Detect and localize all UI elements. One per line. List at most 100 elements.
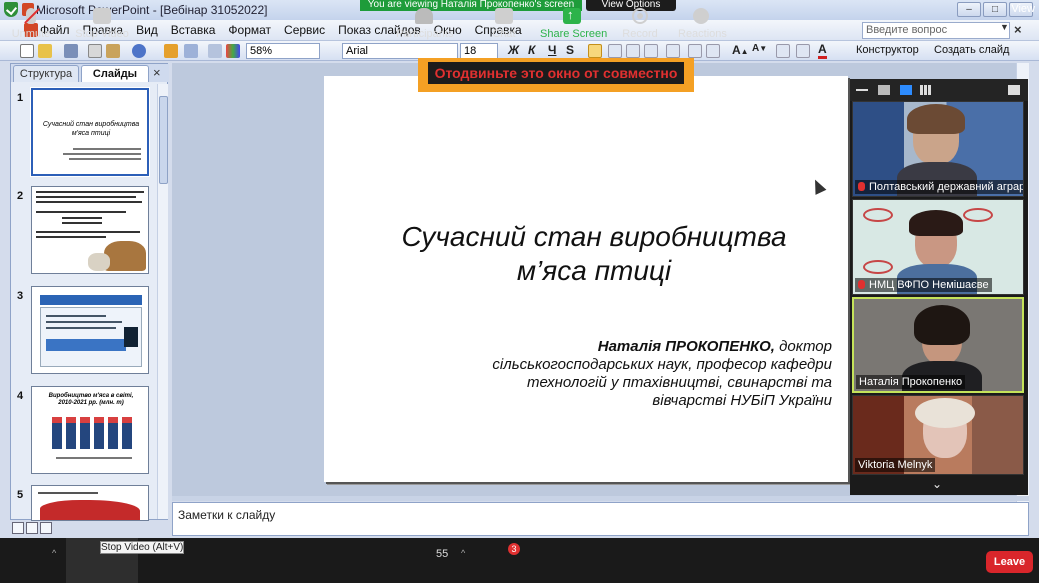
zoom-select[interactable]: 58%	[246, 43, 320, 59]
increase-indent-icon[interactable]	[796, 44, 810, 58]
share-notice-text: Отодвиньте это окно от совместно	[428, 62, 684, 84]
menu-item[interactable]: Сервис	[284, 23, 325, 37]
notes-splitter[interactable]	[172, 496, 1029, 501]
chevron-down-icon[interactable]: ▼	[1000, 22, 1009, 32]
video-panel-header	[850, 79, 1028, 101]
increase-font-icon[interactable]: A▲	[732, 43, 749, 57]
chevron-up-icon[interactable]: ^	[52, 548, 56, 558]
view-label[interactable]: View	[1011, 3, 1035, 15]
chat-label: Chat	[492, 28, 516, 40]
slide-sorter-icon[interactable]	[26, 522, 38, 534]
shadow-button[interactable]: S	[566, 43, 574, 57]
bold-button[interactable]: Ж	[508, 43, 519, 57]
thumb-number: 1	[17, 92, 24, 104]
justify-icon[interactable]	[644, 44, 658, 58]
copy-icon[interactable]	[88, 44, 102, 58]
reactions-button[interactable]: Reactions	[678, 0, 727, 45]
video-tile-active-speaker[interactable]: Наталія Прокопенко	[852, 297, 1024, 393]
participants-count: 55	[436, 548, 449, 560]
align-left-icon[interactable]	[588, 44, 602, 58]
normal-view-icon[interactable]	[12, 522, 24, 534]
notes-placeholder: Заметки к слайду	[178, 508, 276, 522]
tab-outline[interactable]: Структура	[13, 65, 79, 82]
slide-thumbnail-3[interactable]	[31, 286, 149, 374]
chat-button[interactable]: Chat	[484, 0, 524, 45]
pane-tabs: Структура Слайды ×	[11, 64, 169, 82]
thumb-title: Виробництво м'яса в світі, 2010-2021 рр.…	[48, 393, 134, 406]
slide-thumbnail-2[interactable]	[31, 186, 149, 274]
unmute-button[interactable]: Unmute	[8, 0, 54, 45]
record-label: Record	[622, 28, 658, 40]
chevron-down-icon[interactable]: ⌄	[932, 477, 942, 491]
chevron-up-icon[interactable]: ^	[461, 548, 465, 558]
slide-thumbnail-1[interactable]: Сучасний стан виробництва м'яса птиці	[30, 87, 150, 177]
italic-button[interactable]: К	[528, 43, 535, 57]
share-screen-button[interactable]: Share Screen	[540, 0, 608, 45]
insert-chart-icon[interactable]	[164, 44, 178, 58]
new-slide-button[interactable]: Создать слайд	[934, 44, 1009, 56]
participants-button[interactable]: Participants	[396, 0, 453, 45]
undo-icon[interactable]	[132, 44, 146, 58]
slideshow-icon[interactable]	[40, 522, 52, 534]
align-right-icon[interactable]	[626, 44, 640, 58]
scrollbar-thumb[interactable]	[159, 96, 168, 184]
font-color-icon[interactable]: A	[818, 43, 827, 59]
font-size-select[interactable]: 18	[460, 43, 498, 59]
share-screen-label: Share Screen	[540, 28, 608, 40]
gallery-view-icon[interactable]	[920, 85, 932, 95]
record-icon	[632, 8, 648, 24]
minimize-icon[interactable]	[856, 89, 868, 91]
underline-button[interactable]: Ч	[548, 43, 556, 57]
menu-item[interactable]: Вид	[136, 23, 158, 37]
slide-author-text[interactable]: Наталія ПРОКОПЕНКО, доктор сільськогоспо…	[472, 338, 832, 410]
align-center-icon[interactable]	[608, 44, 622, 58]
help-search-input[interactable]: Введите вопрос	[862, 22, 1010, 39]
video-panel: Полтавський державний аграр... НМЦ ВФПО …	[850, 79, 1028, 495]
slide-thumbnail-5[interactable]	[31, 485, 149, 521]
strip-view-icon[interactable]	[900, 85, 912, 95]
mic-muted-icon	[858, 182, 865, 191]
print-icon[interactable]	[64, 44, 78, 58]
mic-muted-icon	[858, 280, 865, 289]
video-tile[interactable]: НМЦ ВФПО Немішаєве	[852, 199, 1024, 295]
share-screen-icon	[563, 7, 581, 24]
slide-title[interactable]: Сучасний стан виробництва м’яса птиці	[324, 220, 864, 288]
color-scheme-icon[interactable]	[226, 44, 240, 58]
menu-item[interactable]: Вставка	[171, 23, 216, 37]
video-tile[interactable]: Полтавський державний аграр...	[852, 101, 1024, 197]
thumbnails-scrollbar[interactable]	[157, 84, 168, 519]
close-document-button[interactable]: ×	[1014, 22, 1022, 37]
font-select[interactable]: Arial	[342, 43, 458, 59]
current-slide[interactable]: Сучасний стан виробництва м’яса птиці На…	[324, 76, 848, 482]
video-tile[interactable]: Viktoria Melnyk	[852, 395, 1024, 475]
record-button[interactable]: Record	[620, 0, 660, 45]
text-direction-icon[interactable]	[666, 44, 680, 58]
slide-thumbnail-4[interactable]: Виробництво м'яса в світі, 2010-2021 рр.…	[31, 386, 149, 474]
tab-slides[interactable]: Слайды	[81, 65, 149, 82]
decrease-font-icon[interactable]: A▼	[752, 43, 767, 54]
open-folder-icon[interactable]	[38, 44, 52, 58]
thumb-number: 2	[17, 190, 24, 202]
numbered-list-icon[interactable]	[688, 44, 702, 58]
stop-video-tooltip: Stop Video (Alt+V)	[100, 541, 184, 554]
paste-icon[interactable]	[106, 44, 120, 58]
video-name-label: Наталія Прокопенко	[856, 375, 966, 389]
speaker-view-icon[interactable]	[878, 85, 890, 95]
camera-icon	[93, 8, 111, 24]
notes-pane[interactable]: Заметки к слайду	[172, 502, 1029, 536]
minimize-button[interactable]: –	[957, 2, 981, 17]
maximize-button[interactable]: □	[983, 2, 1007, 17]
menu-item[interactable]: Формат	[228, 23, 271, 37]
video-name-label: НМЦ ВФПО Немішаєве	[855, 278, 992, 292]
close-icon[interactable]: ×	[153, 65, 161, 80]
slides-pane: Структура Слайды × 1 Сучасний стан вироб…	[10, 63, 169, 521]
decrease-indent-icon[interactable]	[776, 44, 790, 58]
bullet-list-icon[interactable]	[706, 44, 720, 58]
leave-button[interactable]: Leave	[986, 551, 1033, 573]
stop-video-button[interactable]: Stop Video	[70, 0, 134, 45]
designer-button[interactable]: Конструктор	[856, 44, 919, 56]
new-file-icon[interactable]	[20, 44, 34, 58]
expand-icon[interactable]	[1008, 85, 1020, 95]
insert-table-icon[interactable]	[184, 44, 198, 58]
grid-icon[interactable]	[208, 44, 222, 58]
